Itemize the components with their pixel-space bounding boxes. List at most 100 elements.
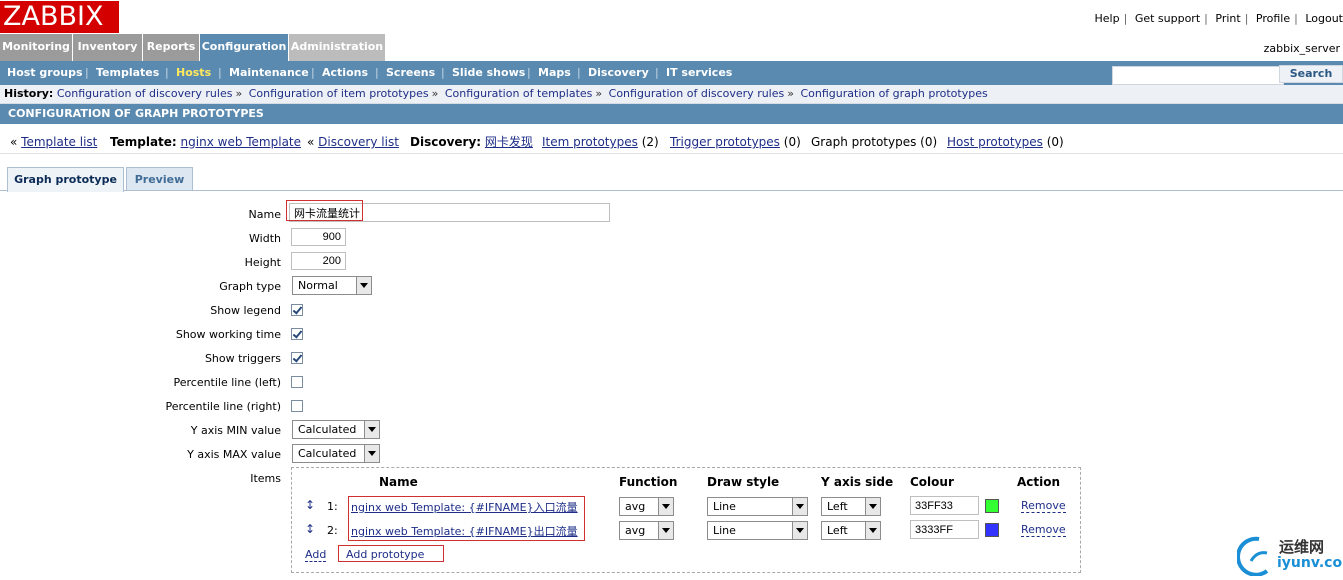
ymax-label: Y axis MAX value <box>187 448 281 461</box>
server-name: zabbix_server <box>1263 42 1340 55</box>
column-header-draw-style: Draw style <box>707 475 780 489</box>
menu-configuration[interactable]: Configuration <box>200 34 289 61</box>
name-label: Name <box>248 208 281 221</box>
function-value: avg <box>625 500 646 513</box>
history-item[interactable]: Configuration of graph prototypes <box>800 87 987 100</box>
percentile-left-checkbox[interactable] <box>291 376 303 388</box>
row-index: 1: <box>327 500 338 513</box>
submenu-hosts[interactable]: Hosts <box>176 61 211 85</box>
y-axis-side-select[interactable]: Left <box>821 521 881 540</box>
print-link[interactable]: Print <box>1215 12 1240 25</box>
discovery-name-link[interactable]: 网卡发现 <box>485 135 533 149</box>
help-link[interactable]: Help <box>1095 12 1120 25</box>
history-breadcrumb: History: Configuration of discovery rule… <box>0 85 1343 104</box>
menu-monitoring[interactable]: Monitoring <box>0 34 73 61</box>
search-input[interactable] <box>1112 66 1284 85</box>
draw-style-value: Line <box>713 500 736 513</box>
template-name-link[interactable]: nginx web Template <box>181 135 301 149</box>
submenu-screens[interactable]: Screens <box>386 61 435 85</box>
chevron-down-icon <box>865 498 880 515</box>
header: ZABBIX Help | Get support | Print | Profile… <box>0 0 1343 34</box>
zabbix-logo[interactable]: ZABBIX <box>0 1 119 33</box>
submenu-host-groups[interactable]: Host groups <box>7 61 83 85</box>
colour-input[interactable] <box>910 496 979 515</box>
host-prototypes-count: (0) <box>1046 135 1064 149</box>
row-index: 2: <box>327 524 338 537</box>
add-link[interactable]: Add <box>305 548 327 562</box>
percentile-right-checkbox[interactable] <box>291 400 303 412</box>
column-header-name: Name <box>379 475 418 489</box>
function-select[interactable]: avg <box>619 497 674 516</box>
watermark-url-text: iyunv.com <box>1277 555 1343 571</box>
highlight-box <box>338 545 444 562</box>
ymax-select[interactable]: Calculated <box>292 444 380 463</box>
trigger-prototypes-link[interactable]: Trigger prototypes <box>670 135 780 149</box>
template-list-link[interactable]: Template list <box>21 135 97 149</box>
items-label: Items <box>250 472 281 485</box>
template-navigation: « Template list Template: nginx web Temp… <box>0 131 1343 154</box>
y-axis-side-select[interactable]: Left <box>821 497 881 516</box>
column-header-function: Function <box>619 475 678 489</box>
ymin-value: Calculated <box>298 423 357 436</box>
search-button[interactable]: Search <box>1279 65 1343 83</box>
tab-graph-prototype[interactable]: Graph prototype <box>7 167 124 192</box>
host-prototypes-link[interactable]: Host prototypes <box>947 135 1043 149</box>
percentile-left-label: Percentile line (left) <box>173 376 281 389</box>
trigger-prototypes-count: (0) <box>783 135 801 149</box>
back-marker: « <box>10 135 18 149</box>
chevron-down-icon <box>865 522 880 539</box>
discovery-list-link[interactable]: Discovery list <box>318 135 399 149</box>
width-label: Width <box>249 232 281 245</box>
history-item[interactable]: Configuration of item prototypes <box>249 87 429 100</box>
item-prototypes-link[interactable]: Item prototypes <box>542 135 638 149</box>
show-legend-label: Show legend <box>210 304 281 317</box>
submenu-slide-shows[interactable]: Slide shows <box>452 61 525 85</box>
ymin-label: Y axis MIN value <box>190 424 281 437</box>
tabs-bar: Graph prototype Preview <box>0 165 1343 192</box>
graph-prototypes-current: Graph prototypes (0) <box>811 135 938 149</box>
history-item[interactable]: Configuration of discovery rules <box>609 87 785 100</box>
ymin-select[interactable]: Calculated <box>292 420 380 439</box>
submenu-maintenance[interactable]: Maintenance <box>229 61 309 85</box>
menu-reports[interactable]: Reports <box>143 34 200 61</box>
history-item[interactable]: Configuration of templates <box>445 87 593 100</box>
chevron-down-icon <box>356 277 371 294</box>
show-working-time-label: Show working time <box>175 328 281 341</box>
show-legend-checkbox[interactable] <box>291 304 303 316</box>
menu-inventory[interactable]: Inventory <box>73 34 143 61</box>
height-input[interactable] <box>291 252 346 270</box>
tab-preview[interactable]: Preview <box>126 167 193 190</box>
colour-input[interactable] <box>910 520 979 539</box>
percentile-right-label: Percentile line (right) <box>165 400 281 413</box>
submenu-templates[interactable]: Templates <box>96 61 159 85</box>
function-value: avg <box>625 524 646 537</box>
get-support-link[interactable]: Get support <box>1135 12 1200 25</box>
item-prototypes-count: (2) <box>641 135 659 149</box>
back-marker: « <box>307 135 315 149</box>
menu-administration[interactable]: Administration <box>289 34 386 61</box>
ymax-value: Calculated <box>298 447 357 460</box>
chevron-down-icon <box>364 421 379 438</box>
remove-link[interactable]: Remove <box>1021 499 1066 513</box>
function-select[interactable]: avg <box>619 521 674 540</box>
submenu-discovery[interactable]: Discovery <box>588 61 649 85</box>
watermark: 运维网 iyunv.com <box>1236 531 1343 577</box>
show-working-time-checkbox[interactable] <box>291 328 303 340</box>
width-input[interactable] <box>291 228 346 246</box>
submenu-maps[interactable]: Maps <box>538 61 571 85</box>
draw-style-select[interactable]: Line <box>707 497 808 516</box>
graph-type-select[interactable]: Normal <box>292 276 372 295</box>
submenu-it-services[interactable]: IT services <box>666 61 732 85</box>
submenu-actions[interactable]: Actions <box>322 61 368 85</box>
colour-swatch[interactable] <box>985 499 999 513</box>
history-item[interactable]: Configuration of discovery rules <box>57 87 233 100</box>
show-triggers-checkbox[interactable] <box>291 352 303 364</box>
colour-swatch[interactable] <box>985 523 999 537</box>
drag-handle-icon[interactable]: ↕ <box>305 498 315 512</box>
main-menu: Monitoring Inventory Reports Configurati… <box>0 34 1343 62</box>
profile-link[interactable]: Profile <box>1256 12 1290 25</box>
draw-style-select[interactable]: Line <box>707 521 808 540</box>
logout-link[interactable]: Logout <box>1305 12 1343 25</box>
drag-handle-icon[interactable]: ↕ <box>305 522 315 536</box>
remove-link[interactable]: Remove <box>1021 523 1066 537</box>
